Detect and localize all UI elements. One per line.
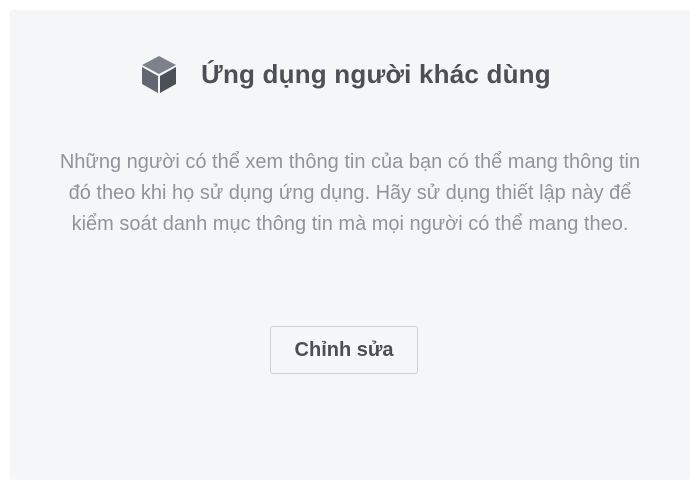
- section-header: Ứng dụng người khác dùng: [10, 54, 690, 94]
- cube-icon: [139, 54, 179, 94]
- edit-button[interactable]: Chỉnh sửa: [270, 326, 418, 374]
- apps-others-use-card: Ứng dụng người khác dùng Những người có …: [10, 10, 690, 480]
- section-title: Ứng dụng người khác dùng: [201, 58, 551, 89]
- section-description: Những người có thể xem thông tin của bạn…: [59, 151, 641, 235]
